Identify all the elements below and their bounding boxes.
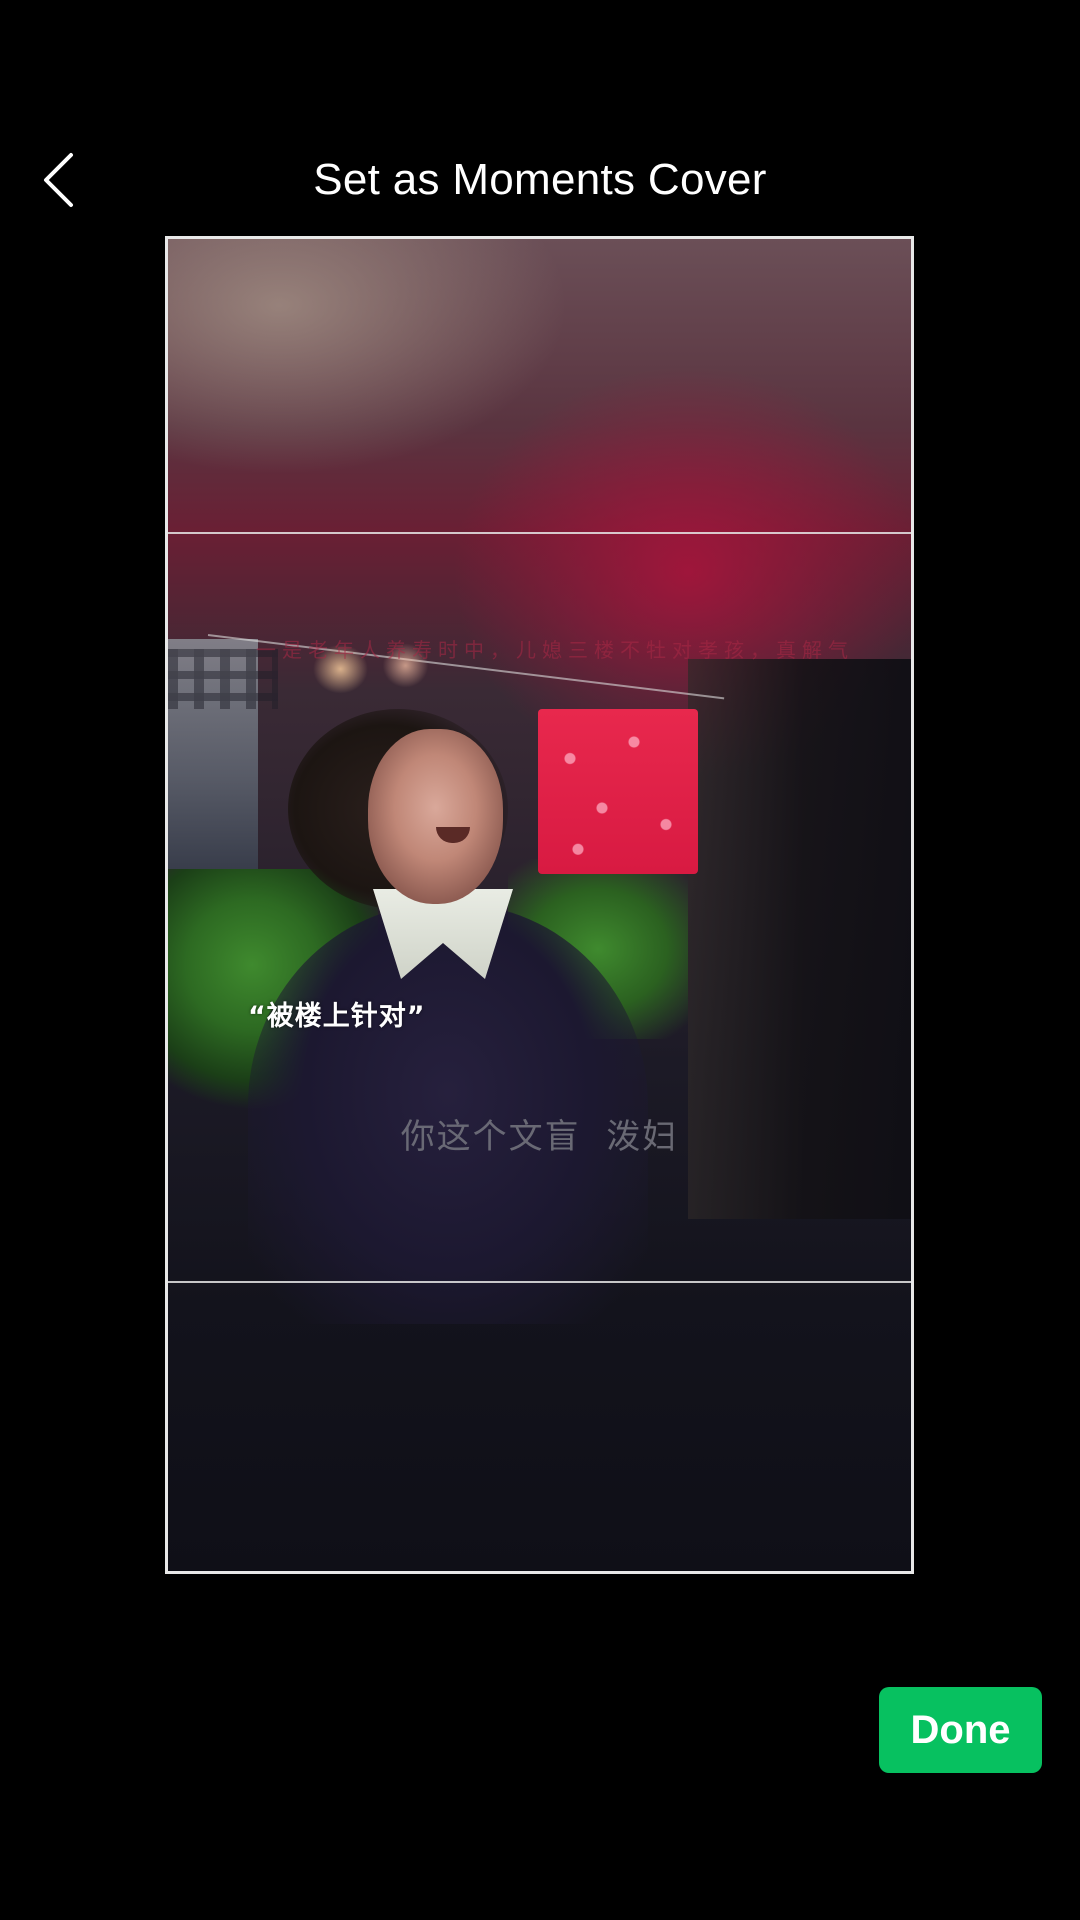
crop-guide-top: [168, 532, 911, 534]
video-subtitle: 你这个文盲 泼妇: [400, 1117, 679, 1157]
red-cloth: [538, 709, 698, 874]
sticker-text: “被楼上针对”: [248, 1001, 426, 1032]
crop-area[interactable]: 一是老年人养寿时中，儿媳三楼不牡对孝孩，真解气 “被楼上针对” 你这个文盲 泼妇: [165, 236, 914, 1574]
faded-caption: 一是老年人养寿时中，儿媳三楼不牡对孝孩，真解气: [256, 638, 854, 662]
header-bar: Set as Moments Cover: [0, 130, 1080, 230]
crop-guide-bottom: [168, 1281, 911, 1283]
page-title: Set as Moments Cover: [313, 155, 767, 204]
person-face: [368, 729, 503, 904]
cover-photo[interactable]: 一是老年人养寿时中，儿媳三楼不牡对孝孩，真解气 “被楼上针对” 你这个文盲 泼妇: [168, 239, 911, 1571]
done-button[interactable]: Done: [879, 1687, 1042, 1773]
